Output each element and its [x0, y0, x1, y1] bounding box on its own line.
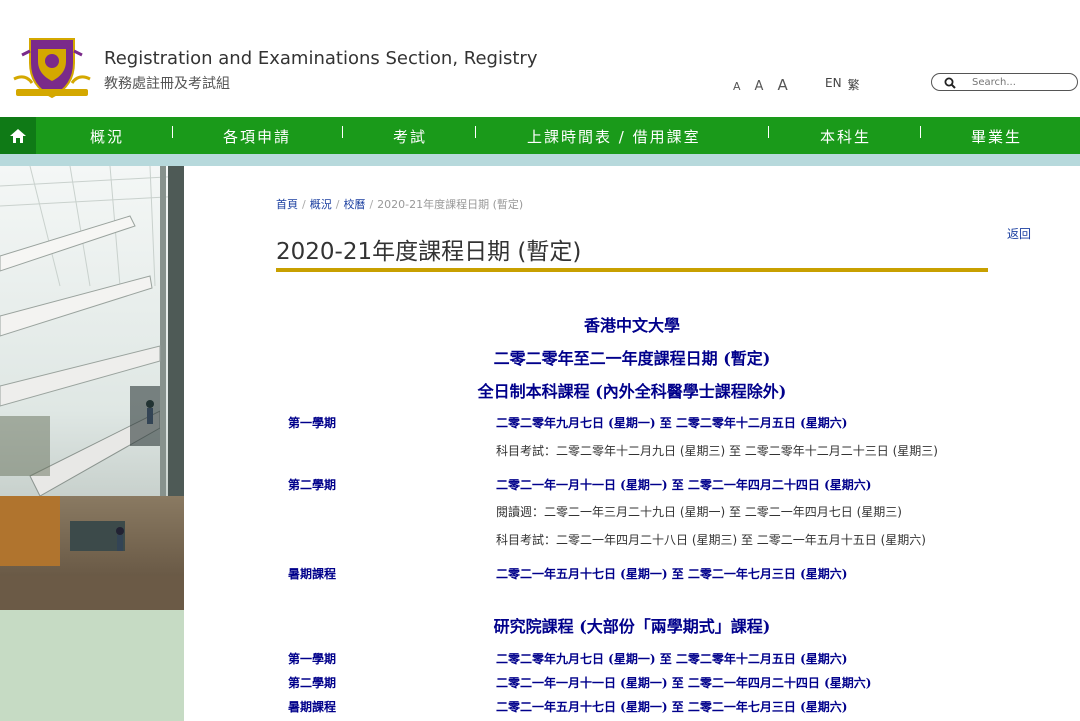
term-dates: 二零二零年九月七日 (星期一) 至 二零二零年十二月五日 (星期六)	[496, 416, 848, 430]
nav-item-applications[interactable]: 各項申請	[223, 117, 291, 154]
term-dates: 二零二零年九月七日 (星期一) 至 二零二零年十二月五日 (星期六)	[496, 652, 848, 666]
page-title: 2020-21年度課程日期 (暫定)	[276, 239, 582, 265]
postgraduate-heading: 研究院課程 (大部份「兩學期式」課程)	[493, 617, 771, 636]
language-switcher: EN 繁	[825, 76, 860, 93]
exam-dates: 科目考試：二零二零年十二月九日 (星期三) 至 二零二零年十二月二十三日 (星期…	[496, 444, 938, 458]
breadcrumb-separator: /	[369, 198, 374, 211]
breadcrumb-separator: /	[335, 198, 340, 211]
academic-year-heading: 二零二零年至二一年度課程日期 (暫定)	[493, 349, 771, 368]
nav-item-timetable[interactable]: 上課時間表 / 借用課室	[527, 117, 701, 154]
breadcrumb: 首頁 / 概況 / 校曆/2020-21年度課程日期 (暫定)	[276, 196, 523, 212]
nav-item-examinations[interactable]: 考試	[393, 117, 427, 154]
site-title-zh: 教務處註冊及考試組	[104, 76, 230, 92]
breadcrumb-overview-link[interactable]: 概況	[310, 198, 332, 211]
nav-accent-band	[0, 154, 1080, 166]
term-label: 第二學期	[288, 478, 337, 492]
exam-dates: 科目考試：二零二一年四月二十八日 (星期三) 至 二零二一年五月十五日 (星期六…	[496, 533, 926, 547]
home-icon	[10, 128, 26, 143]
main-nav: 概況 各項申請 考試 上課時間表 / 借用課室 本科生 畢業生	[0, 117, 1080, 154]
term-dates: 二零二一年一月十一日 (星期一) 至 二零二一年四月二十四日 (星期六)	[496, 676, 872, 690]
nav-divider	[920, 126, 921, 138]
nav-item-overview[interactable]: 概況	[90, 117, 124, 154]
breadcrumb-calendar-link[interactable]: 校曆	[343, 198, 365, 211]
nav-divider	[342, 126, 343, 138]
undergraduate-heading: 全日制本科課程 (內外全科醫學士課程除外)	[477, 382, 787, 401]
font-size-large-button[interactable]: A	[777, 76, 787, 94]
university-crest-logo[interactable]	[12, 35, 92, 99]
font-size-small-button[interactable]: A	[733, 80, 741, 93]
breadcrumb-home-link[interactable]: 首頁	[276, 198, 298, 211]
nav-divider	[768, 126, 769, 138]
reading-week-dates: 閱讀週：二零二一年三月二十九日 (星期一) 至 二零二一年四月七日 (星期三)	[496, 505, 902, 519]
nav-divider	[475, 126, 476, 138]
lang-zh-link[interactable]: 繁	[848, 76, 860, 93]
sidebar-filler	[0, 610, 184, 721]
breadcrumb-separator: /	[302, 198, 306, 211]
back-link[interactable]: 返回	[1007, 225, 1031, 242]
font-size-medium-button[interactable]: A	[755, 79, 764, 94]
term-label: 第一學期	[288, 416, 337, 430]
nav-divider	[172, 126, 173, 138]
nav-item-graduate[interactable]: 畢業生	[971, 117, 1022, 154]
title-divider	[276, 268, 988, 272]
search-box	[931, 73, 1078, 91]
term-label: 第二學期	[288, 676, 337, 690]
term-label: 第一學期	[288, 652, 337, 666]
nav-item-undergraduate[interactable]: 本科生	[820, 117, 871, 154]
lang-en-link[interactable]: EN	[825, 76, 842, 93]
campus-atrium-photo	[0, 166, 184, 610]
font-size-controls: A A A	[733, 76, 788, 94]
term-dates: 二零二一年五月十七日 (星期一) 至 二零二一年七月三日 (星期六)	[496, 567, 848, 581]
breadcrumb-current: 2020-21年度課程日期 (暫定)	[377, 198, 524, 211]
site-header: Registration and Examinations Section, R…	[0, 0, 1080, 117]
university-heading: 香港中文大學	[583, 316, 680, 335]
term-label: 暑期課程	[288, 567, 337, 581]
nav-home-button[interactable]	[0, 117, 36, 154]
search-input[interactable]	[972, 74, 1072, 90]
search-icon[interactable]	[944, 77, 956, 89]
term-label: 暑期課程	[288, 700, 337, 714]
term-dates: 二零二一年五月十七日 (星期一) 至 二零二一年七月三日 (星期六)	[496, 700, 848, 714]
term-dates: 二零二一年一月十一日 (星期一) 至 二零二一年四月二十四日 (星期六)	[496, 478, 872, 492]
site-title-en: Registration and Examinations Section, R…	[104, 48, 538, 69]
